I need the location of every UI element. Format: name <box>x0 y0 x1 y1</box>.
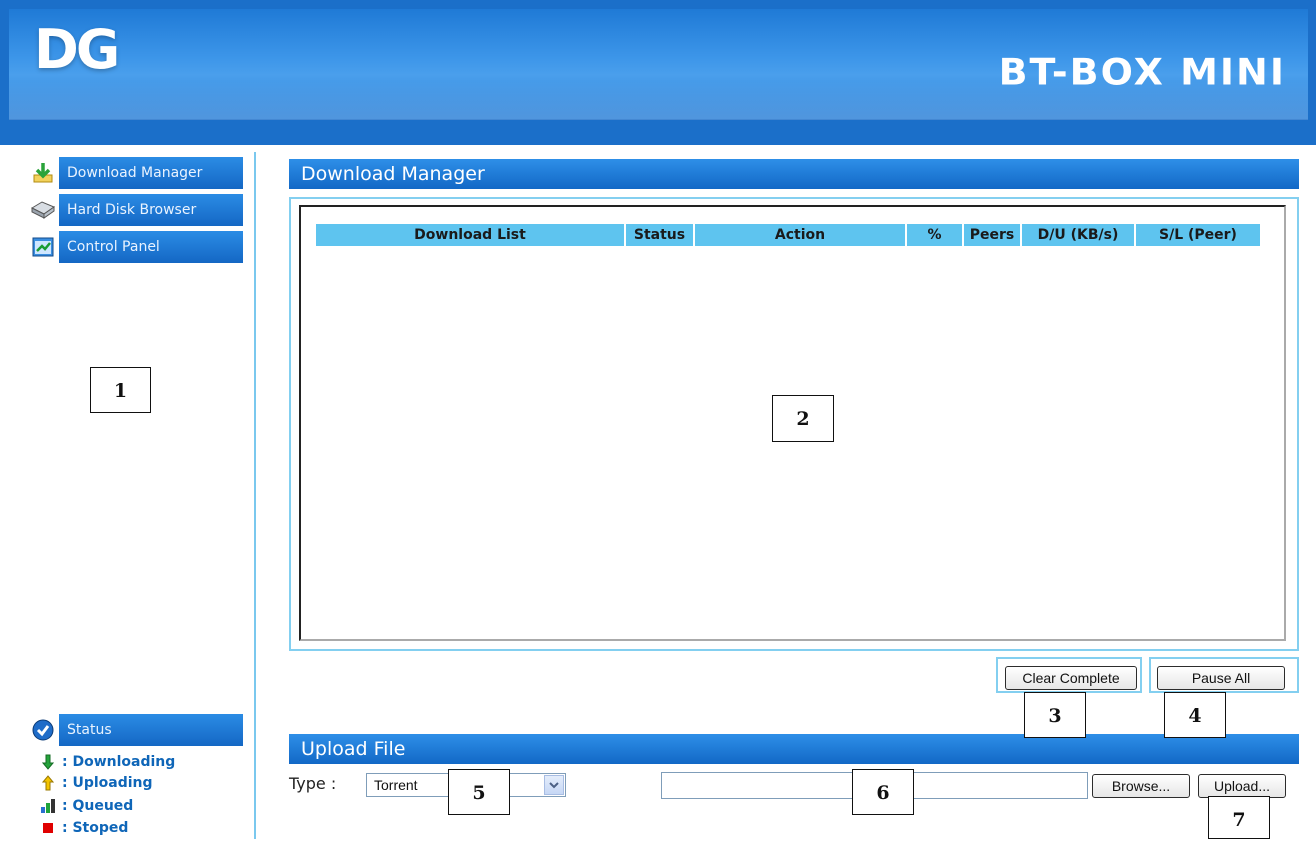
sidebar-item-hard-disk-browser[interactable]: Hard Disk Browser <box>27 194 243 226</box>
sidebar-item-label: Control Panel <box>67 239 160 255</box>
dg-logo: DG <box>34 18 120 81</box>
type-label: Type : <box>289 774 337 793</box>
sidebar-item-control-panel[interactable]: Control Panel <box>27 231 243 263</box>
green-down-arrow-icon <box>40 754 56 770</box>
callout-2: 2 <box>772 395 834 442</box>
sidebar-item-label: Hard Disk Browser <box>67 202 197 218</box>
browse-button[interactable]: Browse... <box>1092 774 1190 798</box>
clear-complete-button[interactable]: Clear Complete <box>1005 666 1137 690</box>
app-header: DG BT-BOX MINI <box>0 0 1316 145</box>
queued-icon <box>40 798 56 814</box>
legend-downloading: : Downloading <box>40 753 175 771</box>
callout-7: 7 <box>1208 796 1270 839</box>
sidebar-item-download-manager[interactable]: Download Manager <box>27 157 243 189</box>
status-icon <box>27 714 59 746</box>
sidebar-item-label: Status <box>67 722 112 738</box>
sidebar-divider <box>254 152 256 839</box>
type-select-value: Torrent <box>374 777 418 793</box>
callout-5: 5 <box>448 769 510 815</box>
legend-queued: : Queued <box>40 797 133 815</box>
callout-4: 4 <box>1164 692 1226 738</box>
col-status[interactable]: Status <box>626 224 695 246</box>
chevron-down-icon[interactable] <box>544 775 564 795</box>
sidebar-item-status[interactable]: Status <box>27 714 243 746</box>
yellow-up-arrow-icon <box>40 775 56 791</box>
pause-all-button[interactable]: Pause All <box>1157 666 1285 690</box>
stop-square-icon <box>40 820 56 836</box>
col-action[interactable]: Action <box>695 224 907 246</box>
sidebar-item-label: Download Manager <box>67 165 203 181</box>
col-peers[interactable]: Peers <box>964 224 1022 246</box>
product-name: BT-BOX MINI <box>998 51 1286 93</box>
download-arrow-icon <box>27 157 59 189</box>
upload-button[interactable]: Upload... <box>1198 774 1286 798</box>
callout-1: 1 <box>90 367 151 413</box>
col-download-upload-speed[interactable]: D/U (KB/s) <box>1022 224 1136 246</box>
download-manager-title-bar: Download Manager <box>289 159 1299 189</box>
upload-file-title-bar: Upload File <box>289 734 1299 764</box>
callout-3: 3 <box>1024 692 1086 738</box>
hard-disk-icon <box>27 194 59 226</box>
callout-6: 6 <box>852 769 914 815</box>
download-table-header: Download List Status Action % Peers D/U … <box>316 224 1260 246</box>
legend-stopped: : Stoped <box>40 819 128 837</box>
legend-uploading: : Uploading <box>40 774 153 792</box>
col-seeds-leechers[interactable]: S/L (Peer) <box>1136 224 1260 246</box>
col-download-list[interactable]: Download List <box>316 224 626 246</box>
control-panel-icon <box>27 231 59 263</box>
col-percent[interactable]: % <box>907 224 964 246</box>
